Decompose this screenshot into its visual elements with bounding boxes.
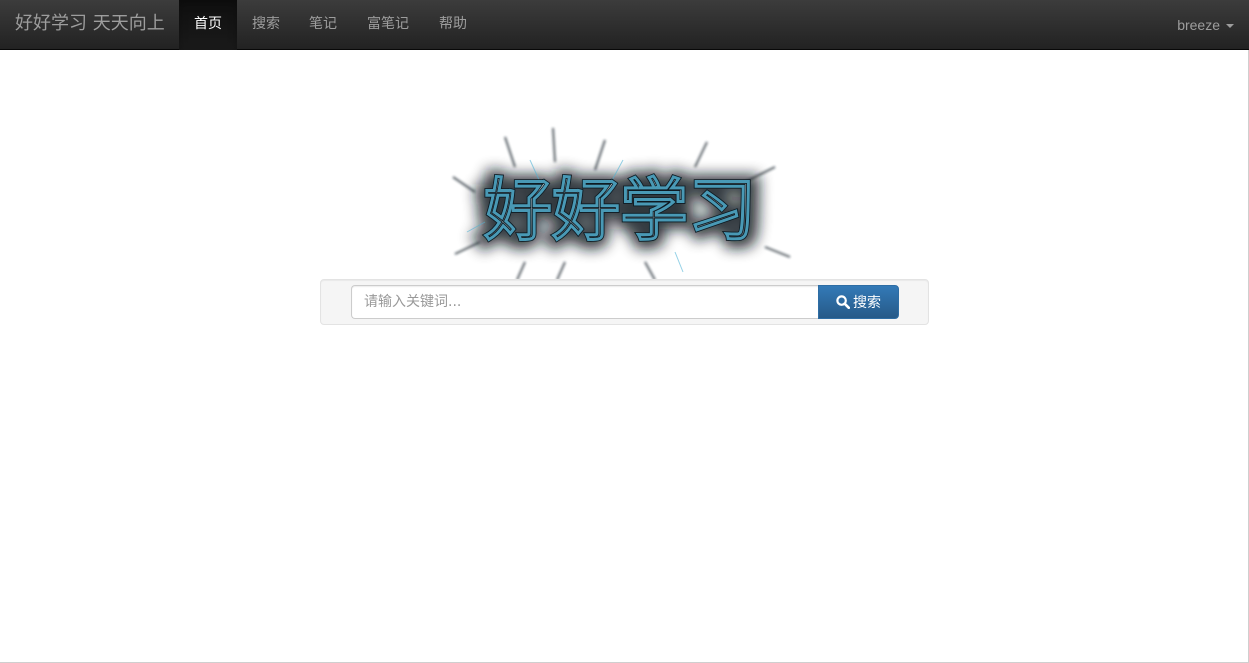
nav-item-rich-notes[interactable]: 富笔记	[352, 0, 424, 50]
search-input[interactable]	[351, 285, 819, 319]
user-name: breeze	[1177, 17, 1220, 33]
main-nav: 首页 搜索 笔记 富笔记 帮助	[179, 0, 482, 50]
nav-item-home[interactable]: 首页	[179, 0, 237, 50]
search-icon	[836, 295, 850, 309]
search-button[interactable]: 搜索	[818, 285, 899, 319]
logo-graphic: 好好学习 好好学习 好好学习	[452, 127, 791, 281]
site-logo: 好好学习 好好学习 好好学习	[445, 122, 795, 282]
search-bar: 搜索	[320, 279, 929, 325]
page: 好好学习 天天向上 首页 搜索 笔记 富笔记 帮助 breeze 好好学习 好好…	[0, 0, 1249, 663]
user-menu-dropdown[interactable]: breeze	[1177, 0, 1234, 50]
caret-down-icon	[1226, 24, 1234, 28]
brand-link[interactable]: 好好学习 天天向上	[15, 0, 165, 50]
nav-item-search[interactable]: 搜索	[237, 0, 294, 50]
top-navbar: 好好学习 天天向上 首页 搜索 笔记 富笔记 帮助 breeze	[0, 0, 1249, 50]
nav-item-help[interactable]: 帮助	[424, 0, 482, 50]
svg-text:好好学习: 好好学习	[483, 172, 756, 251]
nav-item-notes[interactable]: 笔记	[294, 0, 352, 50]
search-button-label: 搜索	[853, 295, 881, 311]
